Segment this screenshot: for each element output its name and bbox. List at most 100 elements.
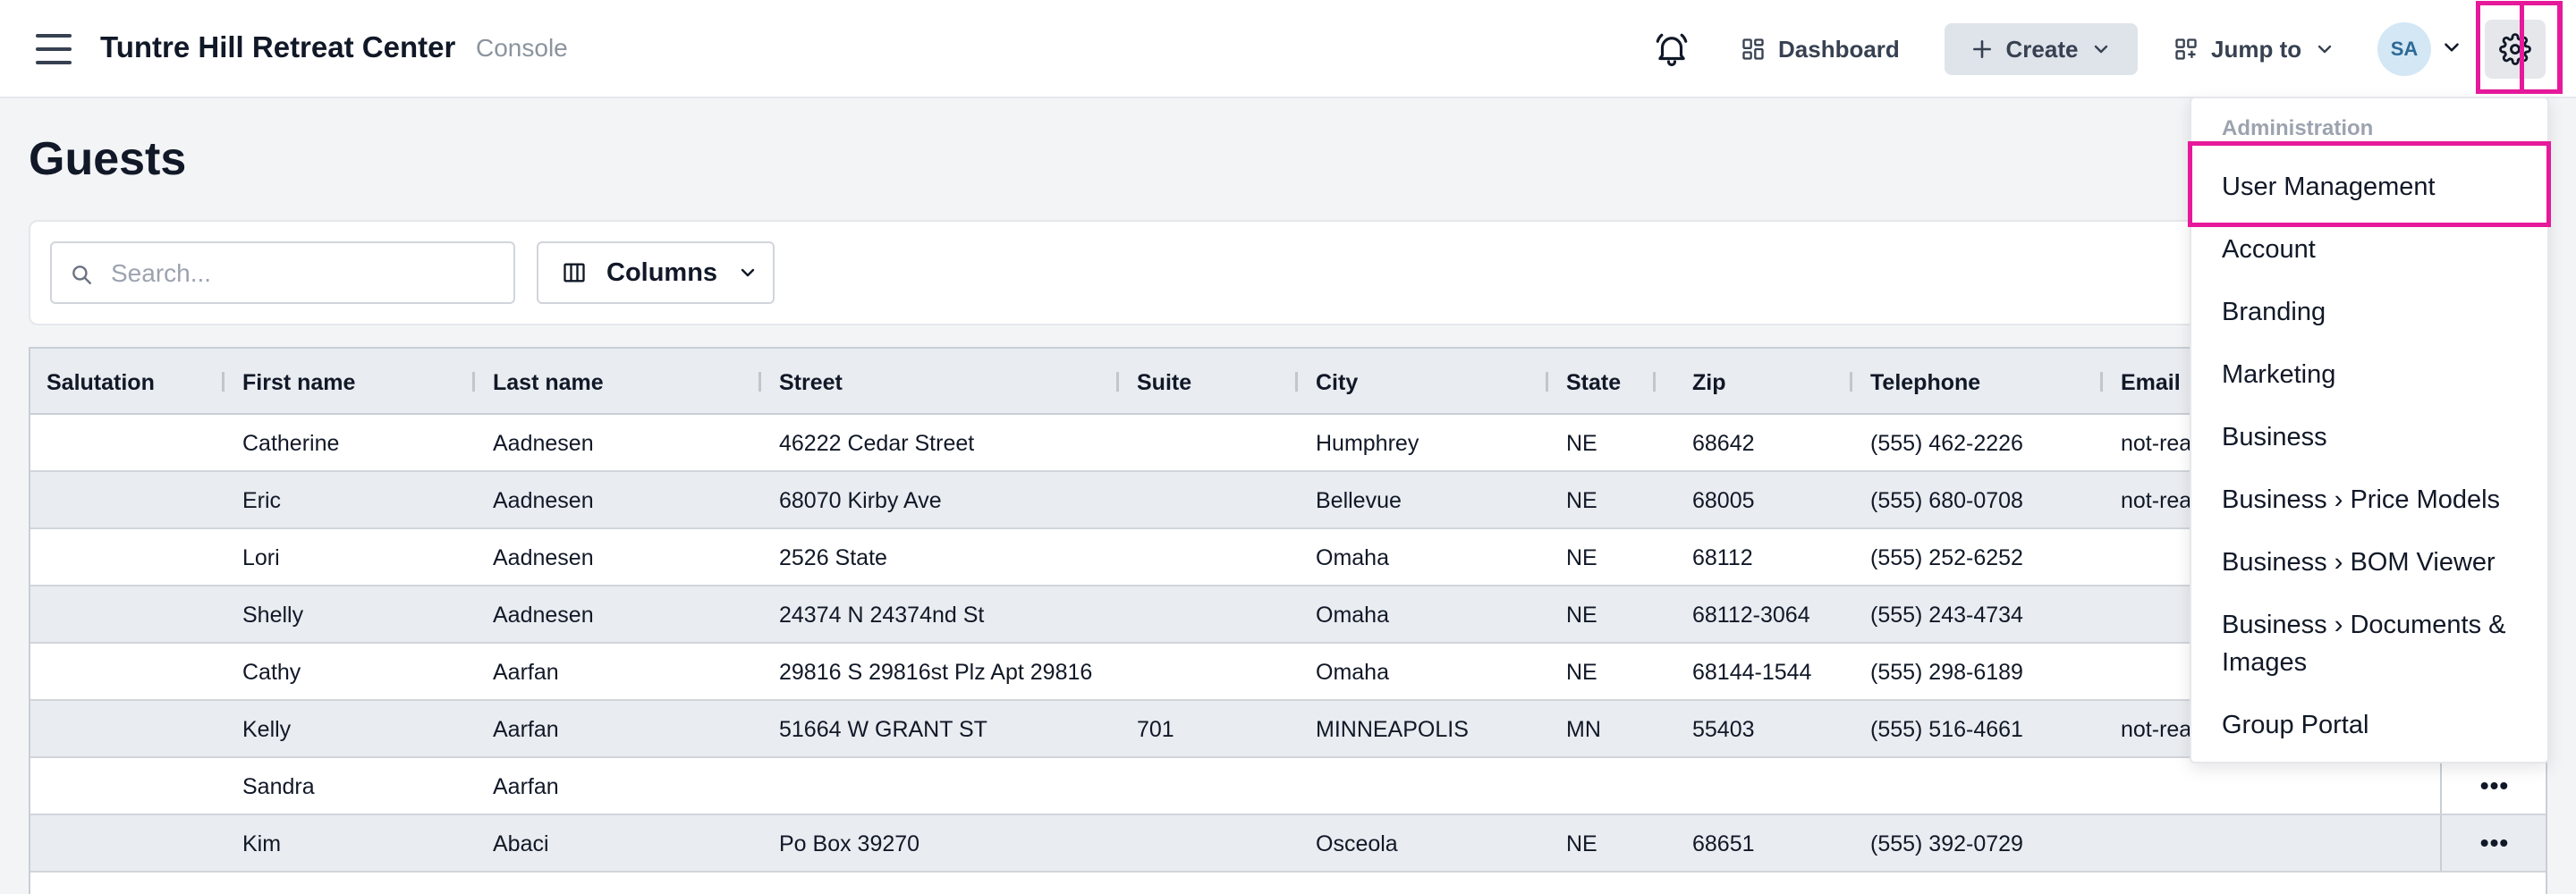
- cell-city: Omaha: [1316, 603, 1389, 628]
- menu-item-group-portal[interactable]: Group Portal: [2222, 706, 2535, 744]
- cell-street: 24374 N 24374nd St: [779, 603, 985, 628]
- column-resize-handle[interactable]: [1653, 372, 1656, 392]
- bell-icon[interactable]: [1653, 30, 1690, 68]
- cell-first: Lori: [242, 545, 280, 570]
- column-header-city[interactable]: City: [1316, 370, 1358, 396]
- row-actions-button[interactable]: •••: [2440, 758, 2546, 814]
- cell-last: Aadnesen: [493, 488, 594, 513]
- cell-city: MINNEAPOLIS: [1316, 717, 1469, 742]
- cell-street: 46222 Cedar Street: [779, 431, 975, 456]
- create-button[interactable]: Create: [1945, 23, 2138, 75]
- column-resize-handle[interactable]: [1116, 372, 1119, 392]
- cell-phone: (555) 392-0729: [1870, 831, 2023, 856]
- column-header-first-name[interactable]: First name: [242, 370, 355, 396]
- column-resize-handle[interactable]: [1295, 372, 1298, 392]
- table-row[interactable]: Cathy Aarfan 29816 S 29816st Plz Apt 29816…: [30, 644, 2546, 701]
- column-resize-handle[interactable]: [472, 372, 475, 392]
- chevron-down-icon: [741, 268, 755, 277]
- cell-state: NE: [1566, 545, 1597, 570]
- cell-state: MN: [1566, 717, 1601, 742]
- table-row[interactable]: Sandra Aarfan •••: [30, 758, 2546, 815]
- cell-phone: (555) 298-6189: [1870, 660, 2023, 685]
- cell-zip: 68642: [1692, 431, 1755, 456]
- avatar[interactable]: SA: [2377, 22, 2431, 76]
- menu-item-marketing[interactable]: Marketing: [2222, 356, 2535, 393]
- hamburger-icon[interactable]: [36, 34, 72, 64]
- column-header-salutation[interactable]: Salutation: [47, 370, 155, 396]
- search-icon: [72, 266, 91, 284]
- cell-first: Catherine: [242, 431, 340, 456]
- cell-city: Omaha: [1316, 545, 1389, 570]
- cell-email: not-rea: [2121, 431, 2192, 456]
- cell-email: not-rea: [2121, 488, 2192, 513]
- app-title[interactable]: Tuntre Hill Retreat Center: [100, 30, 455, 64]
- cell-first: Cathy: [242, 660, 301, 685]
- row-actions-button[interactable]: •••: [2440, 815, 2546, 871]
- columns-button[interactable]: Columns: [537, 241, 775, 304]
- guests-table: Salutation First name Last name Street S…: [29, 347, 2547, 894]
- chevron-down-icon[interactable]: [2440, 36, 2463, 59]
- cell-state: NE: [1566, 660, 1597, 685]
- table-row[interactable]: Catherine Aadnesen 46222 Cedar Street Humph…: [30, 415, 2546, 472]
- settings-highlight-box: [2476, 1, 2562, 94]
- menu-item-bom-viewer[interactable]: Business › BOM Viewer: [2222, 544, 2535, 581]
- cell-last: Aarfan: [493, 774, 559, 799]
- cell-city: Osceola: [1316, 831, 1398, 856]
- jump-to-button[interactable]: Jump to: [2157, 23, 2351, 75]
- table-row[interactable]: Eric Aadnesen 68070 Kirby Ave Bellevue NE 680…: [30, 472, 2546, 529]
- column-header-suite[interactable]: Suite: [1137, 370, 1191, 396]
- cell-zip: 68112-3064: [1692, 603, 1810, 628]
- table-row[interactable]: Lori Aadnesen 2526 State Omaha NE 68112 (555) …: [30, 529, 2546, 586]
- search-input[interactable]: [111, 256, 496, 291]
- table-row[interactable]: Kelly Aarfan 51664 W GRANT ST 701 MINNEAPOLI…: [30, 701, 2546, 758]
- cell-city: Humphrey: [1316, 431, 1419, 456]
- cell-zip: 68112: [1692, 545, 1753, 570]
- chevron-down-icon: [2095, 45, 2108, 54]
- cell-first: Sandra: [242, 774, 315, 799]
- columns-label: Columns: [606, 257, 718, 287]
- cell-phone: (555) 252-6252: [1870, 545, 2023, 570]
- dashboard-button[interactable]: Dashboard: [1724, 23, 1916, 75]
- column-resize-handle[interactable]: [1850, 372, 1852, 392]
- column-resize-handle[interactable]: [222, 372, 225, 392]
- cell-suite: 701: [1137, 717, 1174, 742]
- cell-first: Kelly: [242, 717, 292, 742]
- cell-zip: 68651: [1692, 831, 1755, 856]
- column-header-telephone[interactable]: Telephone: [1870, 370, 1980, 396]
- menu-item-price-models[interactable]: Business › Price Models: [2222, 481, 2535, 519]
- cell-email: not-rea: [2121, 717, 2192, 742]
- cell-zip: 68144-1544: [1692, 660, 1812, 685]
- column-header-email[interactable]: Email: [2121, 370, 2181, 396]
- cell-last: Aadnesen: [493, 603, 594, 628]
- menu-item-branding[interactable]: Branding: [2222, 293, 2535, 331]
- menu-item-account[interactable]: Account: [2222, 231, 2535, 268]
- menu-item-documents-images[interactable]: Business › Documents & Images: [2222, 606, 2535, 681]
- cell-street: 68070 Kirby Ave: [779, 488, 942, 513]
- table-toolbar: Columns: [29, 220, 2547, 325]
- search-field[interactable]: [50, 241, 515, 304]
- dashboard-label: Dashboard: [1778, 35, 1900, 63]
- cell-phone: (555) 516-4661: [1870, 717, 2023, 742]
- cell-street: 2526 State: [779, 545, 887, 570]
- page-title: Guests: [29, 133, 187, 185]
- column-resize-handle[interactable]: [758, 372, 761, 392]
- column-resize-handle[interactable]: [2100, 372, 2103, 392]
- table-row[interactable]: [30, 873, 2546, 894]
- cell-zip: 55403: [1692, 717, 1755, 742]
- columns-icon: [564, 263, 585, 283]
- table-row[interactable]: Shelly Aadnesen 24374 N 24374nd St Omaha NE 6…: [30, 586, 2546, 644]
- column-header-zip[interactable]: Zip: [1692, 370, 1726, 396]
- column-resize-handle[interactable]: [1546, 372, 1548, 392]
- menu-item-business[interactable]: Business: [2222, 418, 2535, 456]
- column-header-state[interactable]: State: [1566, 370, 1621, 396]
- cell-last: Aadnesen: [493, 431, 594, 456]
- column-header-street[interactable]: Street: [779, 370, 843, 396]
- cell-state: NE: [1566, 831, 1597, 856]
- cell-zip: 68005: [1692, 488, 1755, 513]
- column-header-last-name[interactable]: Last name: [493, 370, 604, 396]
- cell-state: NE: [1566, 488, 1597, 513]
- table-header-row: Salutation First name Last name Street S…: [30, 349, 2546, 415]
- cell-last: Aadnesen: [493, 545, 594, 570]
- table-row[interactable]: Kim Abaci Po Box 39270 Osceola NE 68651 (555) …: [30, 815, 2546, 873]
- cell-state: NE: [1566, 431, 1597, 456]
